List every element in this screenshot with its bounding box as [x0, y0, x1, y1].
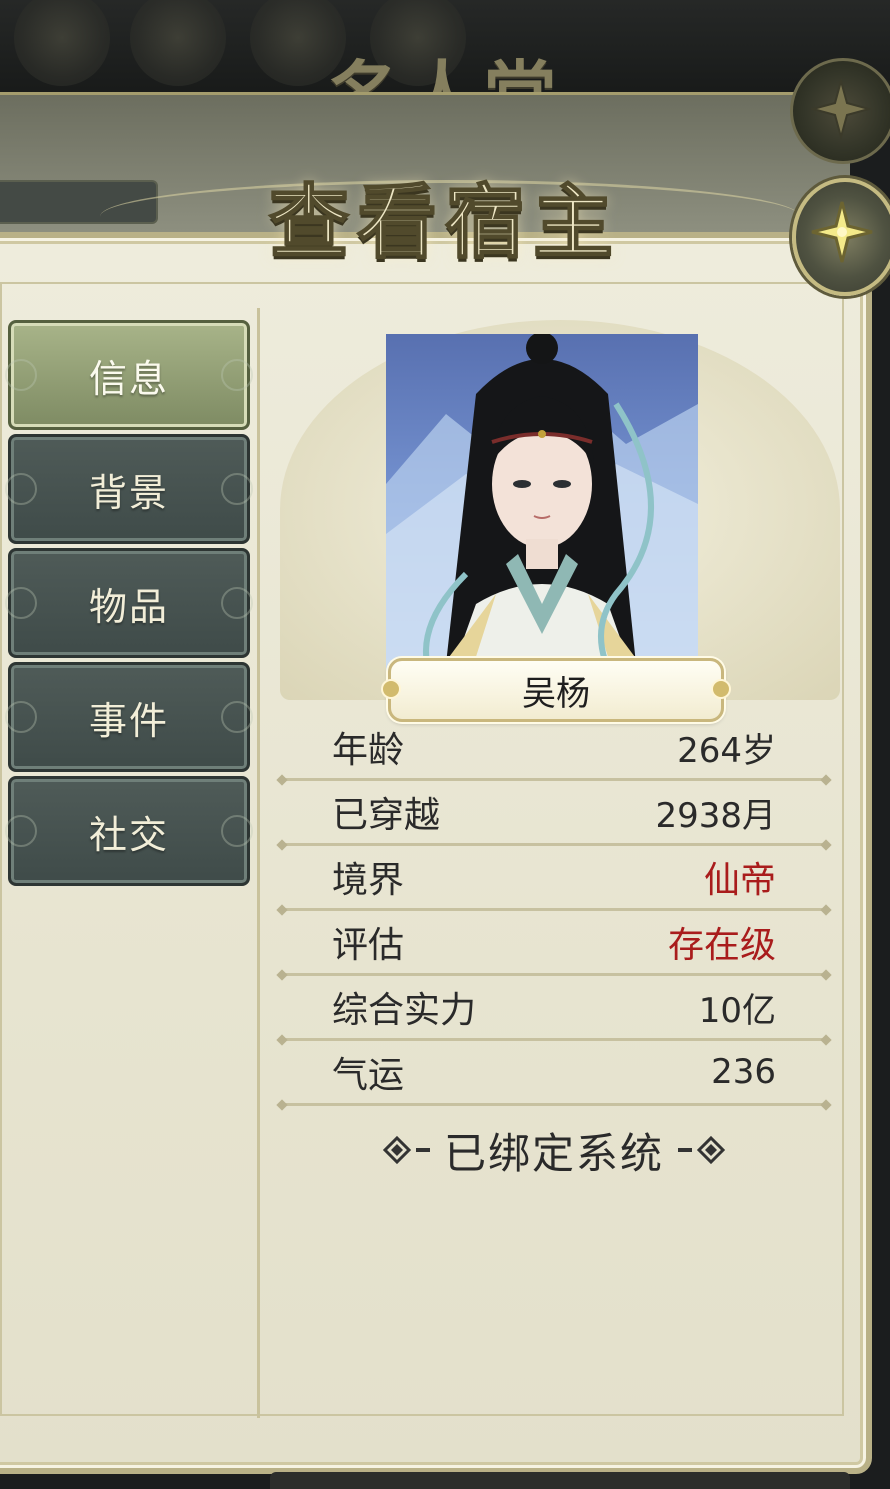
- stat-row-luck: 气运 236: [276, 1041, 832, 1111]
- stat-value: 10亿: [698, 990, 776, 1031]
- tab-background[interactable]: 背景: [5, 434, 253, 544]
- diamond-ornament-icon: [678, 1135, 726, 1165]
- stat-value: 264岁: [677, 730, 776, 771]
- tab-label: 信息: [88, 356, 169, 401]
- stat-row-realm: 境界 仙帝: [276, 846, 832, 916]
- diamond-ornament-icon: [382, 1135, 430, 1165]
- stat-value: 236: [711, 1052, 776, 1092]
- stat-label: 气运: [332, 1055, 405, 1096]
- tab-label: 社交: [88, 812, 169, 857]
- host-portrait: [386, 334, 698, 688]
- shuriken-close-icon: [811, 201, 873, 263]
- stat-value-highlight: 存在级: [667, 925, 776, 966]
- stat-label: 已穿越: [332, 795, 441, 836]
- system-status-text: 已绑定系统: [443, 1128, 664, 1178]
- close-button[interactable]: [792, 178, 890, 296]
- stat-row-power: 综合实力 10亿: [276, 976, 832, 1046]
- stat-value-highlight: 仙帝: [703, 860, 776, 901]
- stat-value: 2938月: [655, 795, 776, 836]
- tab-items[interactable]: 物品: [5, 548, 253, 658]
- tab-label: 背景: [88, 470, 169, 515]
- host-stats-list: 年龄 264岁 已穿越 2938月 境界 仙帝 评估 存在级 综合实力 10亿 …: [276, 716, 832, 1111]
- stat-row-transmigrated: 已穿越 2938月: [276, 781, 832, 851]
- host-name: 吴杨: [522, 673, 590, 714]
- stat-label: 评估: [332, 925, 405, 966]
- tab-label: 物品: [88, 584, 169, 629]
- tab-label: 事件: [88, 698, 169, 743]
- vertical-divider: [257, 308, 260, 1418]
- stat-label: 年龄: [332, 730, 405, 771]
- tab-social[interactable]: 社交: [5, 776, 253, 886]
- background-bottom-bar: [270, 1472, 850, 1489]
- system-status: 已绑定系统: [280, 1120, 828, 1180]
- tab-events[interactable]: 事件: [5, 662, 253, 772]
- host-name-plate: 吴杨: [381, 658, 731, 722]
- stat-row-evaluation: 评估 存在级: [276, 911, 832, 981]
- tab-info[interactable]: 信息: [5, 320, 253, 430]
- stat-label: 综合实力: [332, 990, 477, 1031]
- dialog-title: 查看宿主: [268, 174, 621, 270]
- stat-row-age: 年龄 264岁: [276, 716, 832, 786]
- stat-label: 境界: [332, 860, 405, 901]
- background-close-icon: [790, 58, 890, 164]
